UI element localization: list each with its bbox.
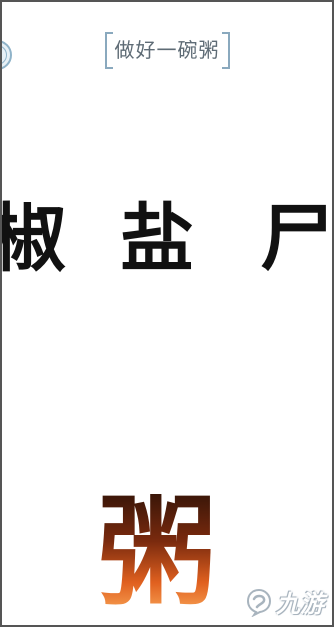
level-title: 做好一碗粥 bbox=[104, 32, 230, 69]
target-character: 粥 bbox=[98, 483, 217, 622]
level-title-text: 做好一碗粥 bbox=[114, 38, 220, 62]
puzzle-character[interactable]: 盐 bbox=[120, 202, 194, 276]
watermark-text: 九游 bbox=[276, 590, 324, 618]
level-title-bar: 做好一碗粥 bbox=[2, 32, 332, 69]
puzzle-character[interactable]: 椒 bbox=[2, 202, 66, 276]
game-screen: 做好一碗粥 椒 盐 尸 粥 九游 bbox=[0, 0, 334, 627]
left-bracket-icon bbox=[104, 32, 113, 69]
right-bracket-icon bbox=[221, 32, 230, 69]
watermark: 九游 bbox=[244, 584, 324, 619]
jiuyou-logo-icon bbox=[244, 587, 274, 618]
puzzle-character[interactable]: 尸 bbox=[260, 202, 332, 276]
character-row: 椒 盐 尸 bbox=[2, 202, 332, 302]
